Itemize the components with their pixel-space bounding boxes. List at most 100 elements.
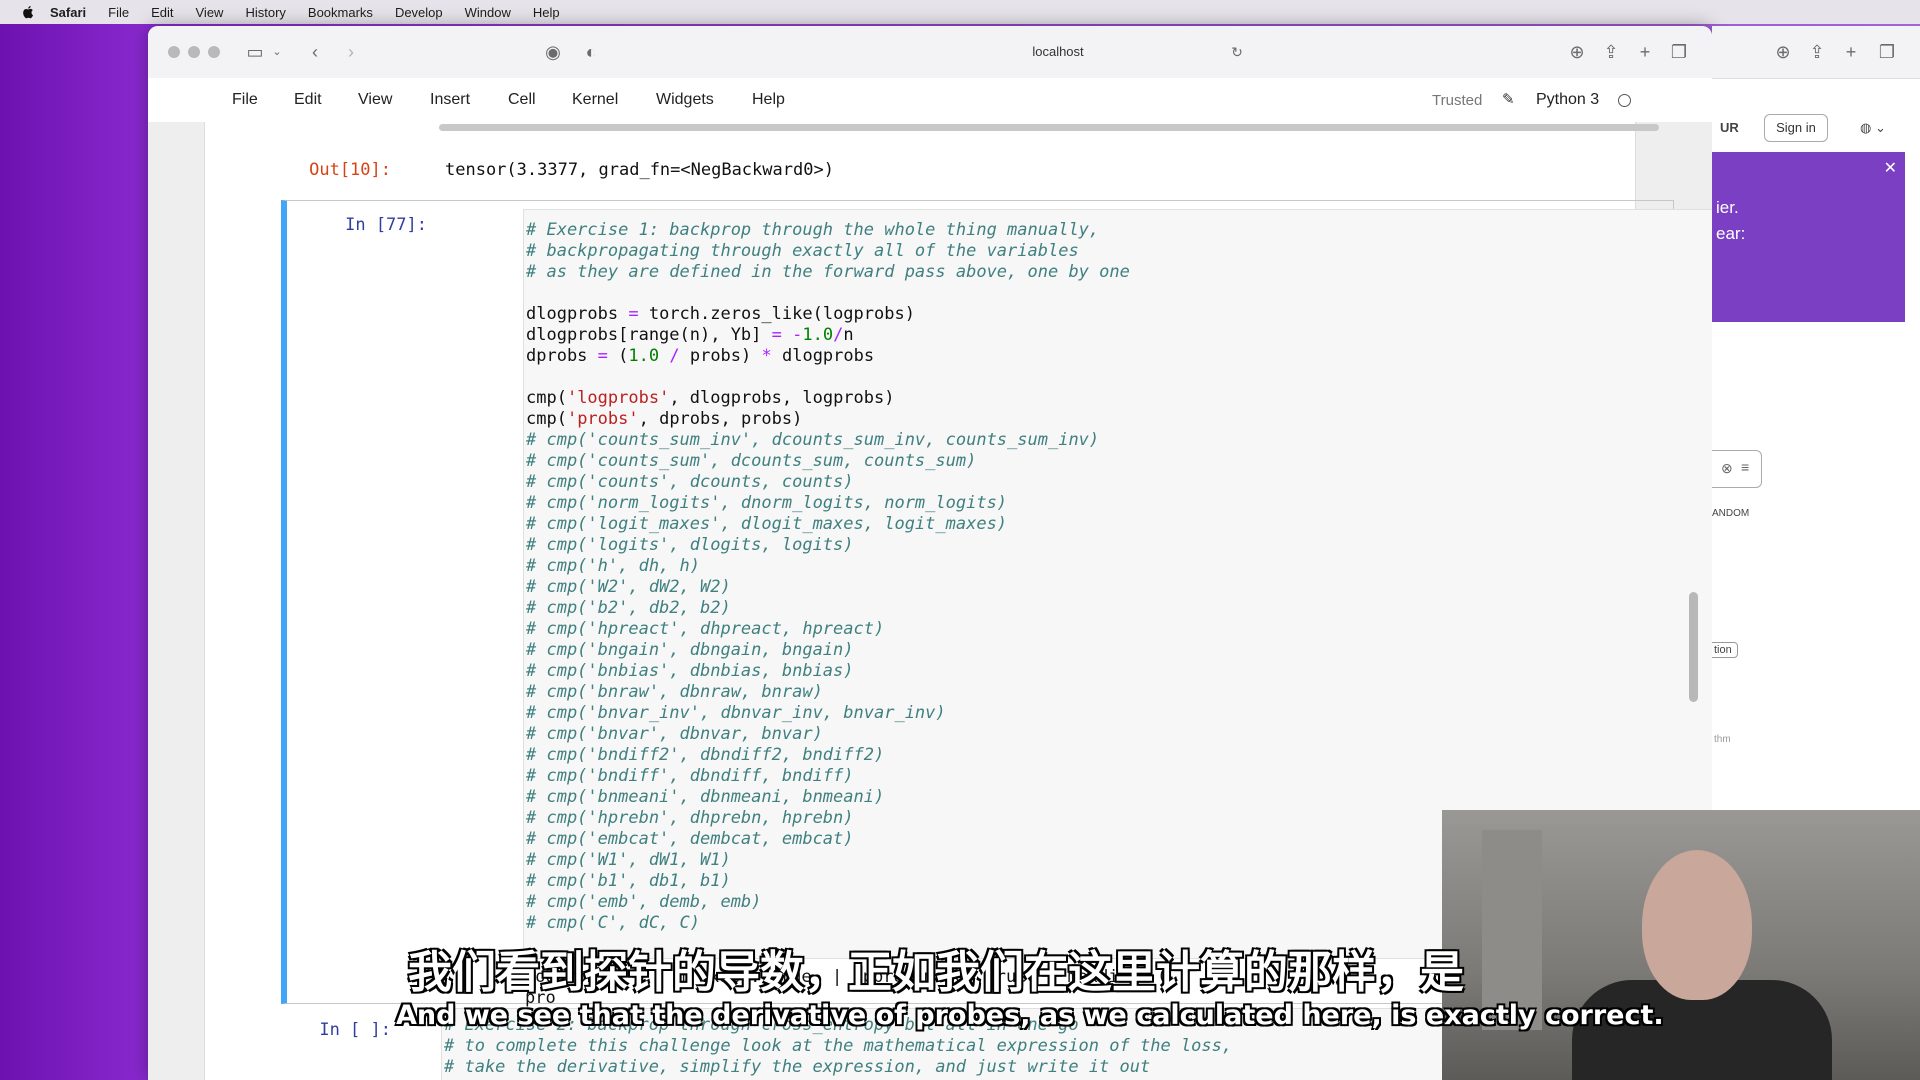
- code-line: # cmp('bnbias', dbnbias, bnbias): [526, 661, 854, 681]
- new-tab-icon[interactable]: +: [1840, 41, 1862, 63]
- subtitle-english: And we see that the derivative of probes…: [396, 1000, 1664, 1031]
- code-line: # Exercise 1: backprop through the whole…: [526, 220, 1100, 240]
- code-line: # cmp('bndiff', dbndiff, bndiff): [526, 766, 854, 786]
- tab-overview-icon[interactable]: ❐: [1668, 41, 1690, 63]
- minimize-window-button[interactable]: [188, 46, 200, 58]
- horizontal-scrollbar[interactable]: [439, 124, 1659, 131]
- subtitle-chinese: 我们看到探针的导数，正如我们在这里计算的那样，是: [408, 947, 1464, 998]
- code-line: # cmp('bnvar', dbnvar, bnvar): [526, 724, 823, 744]
- download-icon[interactable]: ⊕: [1772, 41, 1794, 63]
- code-line: # cmp('hpreact', dhpreact, hpreact): [526, 619, 885, 639]
- code-line: # cmp('bnmeani', dbnmeani, bnmeani): [526, 787, 885, 807]
- menu-history[interactable]: History: [245, 5, 285, 20]
- code-line: # cmp('emb', demb, emb): [526, 892, 762, 912]
- background-toolbar: ⊕ ⇪ + ❐: [1712, 26, 1920, 79]
- trusted-indicator[interactable]: Trusted: [1432, 92, 1482, 109]
- code-line: # cmp('b2', db2, b2): [526, 598, 731, 618]
- side-text: thm: [1714, 734, 1731, 745]
- address-bar[interactable]: localhost: [688, 38, 1428, 66]
- close-icon[interactable]: ✕: [1884, 158, 1897, 178]
- menu-window[interactable]: Window: [465, 5, 511, 20]
- back-icon[interactable]: ‹: [304, 41, 326, 63]
- share-icon[interactable]: ⇪: [1806, 41, 1828, 63]
- code-line: cmp('probs', dprobs, probs): [526, 409, 803, 429]
- menu-view[interactable]: View: [196, 5, 224, 20]
- pencil-icon[interactable]: ✎: [1502, 90, 1520, 108]
- globe-icon[interactable]: ◍ ⌄: [1860, 120, 1886, 136]
- apple-icon[interactable]: [20, 4, 36, 20]
- close-circle-icon[interactable]: ⊗: [1721, 460, 1733, 477]
- code-line: # cmp('bnvar_inv', dbnvar_inv, bnvar_inv…: [526, 703, 946, 723]
- code-line: cmp('logprobs', dlogprobs, logprobs): [526, 388, 895, 408]
- tab-overview-icon[interactable]: ❐: [1876, 41, 1898, 63]
- jupyter-menu-help[interactable]: Help: [752, 91, 785, 109]
- output-tensor: tensor(3.3377, grad_fn=<NegBackward0>): [445, 160, 834, 180]
- code-line: # as they are defined in the forward pas…: [526, 262, 1130, 282]
- menu-app-safari[interactable]: Safari: [50, 5, 86, 20]
- cell2-line-3: # take the derivative, simplify the expr…: [444, 1057, 1151, 1077]
- jupyter-menu-view[interactable]: View: [358, 91, 392, 109]
- side-control[interactable]: ⊗ ≡: [1712, 450, 1762, 488]
- reload-icon[interactable]: ↻: [1226, 41, 1248, 63]
- code-line: # cmp('logits', dlogits, logits): [526, 535, 854, 555]
- menu-develop[interactable]: Develop: [395, 5, 443, 20]
- code-line: # cmp('C', dC, C): [526, 913, 700, 933]
- new-tab-icon[interactable]: +: [1634, 41, 1656, 63]
- forward-icon[interactable]: ›: [340, 41, 362, 63]
- menu-icon[interactable]: ≡: [1741, 459, 1749, 475]
- promo-text-2: ear:: [1716, 224, 1746, 243]
- kernel-name[interactable]: Python 3: [1536, 91, 1599, 109]
- jupyter-menu-edit[interactable]: Edit: [294, 91, 322, 109]
- shield-icon[interactable]: ◐: [580, 41, 602, 63]
- code-line: # cmp('logit_maxes', dlogit_maxes, logit…: [526, 514, 1008, 534]
- side-button[interactable]: tion: [1712, 642, 1738, 658]
- code-line: # backpropagating through exactly all of…: [526, 241, 1079, 261]
- code-line: # cmp('norm_logits', dnorm_logits, norm_…: [526, 493, 1008, 513]
- code-line: # cmp('counts_sum_inv', dcounts_sum_inv,…: [526, 430, 1100, 450]
- code-line: dprobs = (1.0 / probs) * dlogprobs: [526, 346, 875, 366]
- code-line: # cmp('hprebn', dhprebn, hprebn): [526, 808, 854, 828]
- menu-bar: Safari File Edit View History Bookmarks …: [0, 0, 1920, 24]
- zoom-window-button[interactable]: [208, 46, 220, 58]
- jupyter-menu-file[interactable]: File: [232, 91, 258, 109]
- vertical-scrollbar[interactable]: [1689, 592, 1698, 702]
- browser-toolbar: ▭ ⌄ ‹ › ◉ ◐ localhost ↻ ⊕ ⇪ + ❐: [148, 26, 1712, 79]
- code-text[interactable]: # Exercise 1: backprop through the whole…: [526, 220, 1130, 934]
- webcam-overlay: [1442, 810, 1920, 1080]
- promo-text-1: ier.: [1716, 198, 1739, 217]
- cell2-line-2: # to complete this challenge look at the…: [444, 1036, 1233, 1056]
- out-prompt: Out[10]:: [309, 160, 391, 180]
- in-prompt: In [77]:: [345, 215, 427, 235]
- code-line: # cmp('counts', dcounts, counts): [526, 472, 854, 492]
- menu-help[interactable]: Help: [533, 5, 560, 20]
- download-icon[interactable]: ⊕: [1566, 41, 1588, 63]
- menu-file[interactable]: File: [108, 5, 129, 20]
- code-line: # cmp('W2', dW2, W2): [526, 577, 731, 597]
- code-line: # cmp('W1', dW1, W1): [526, 850, 731, 870]
- sign-in-button[interactable]: Sign in: [1764, 114, 1828, 142]
- presenter-head: [1642, 850, 1752, 1000]
- code-line: dlogprobs = torch.zeros_like(logprobs): [526, 304, 915, 324]
- promo-banner: ✕ ier. ear:: [1712, 152, 1905, 322]
- code-line: # cmp('b1', db1, b1): [526, 871, 731, 891]
- sidebar-toggle-icon[interactable]: ▭: [244, 41, 266, 63]
- share-icon[interactable]: ⇪: [1600, 41, 1622, 63]
- close-window-button[interactable]: [168, 46, 180, 58]
- chevron-down-icon[interactable]: ⌄: [266, 41, 288, 63]
- jupyter-menu-kernel[interactable]: Kernel: [572, 91, 618, 109]
- jupyter-menu-cell[interactable]: Cell: [508, 91, 536, 109]
- kernel-status-icon: [1618, 94, 1631, 107]
- jupyter-menu-widgets[interactable]: Widgets: [656, 91, 714, 109]
- jupyter-menu-bar: File Edit View Insert Cell Kernel Widget…: [148, 78, 1712, 122]
- privacy-report-icon[interactable]: ◉: [542, 41, 564, 63]
- code-line: # cmp('bngain', dbngain, bngain): [526, 640, 854, 660]
- code-line: dlogprobs[range(n), Yb] = -1.0/n: [526, 325, 854, 345]
- code-line: # cmp('h', dh, h): [526, 556, 700, 576]
- menu-bookmarks[interactable]: Bookmarks: [308, 5, 373, 20]
- code-line: # cmp('counts_sum', dcounts_sum, counts_…: [526, 451, 977, 471]
- menu-edit[interactable]: Edit: [151, 5, 173, 20]
- code-line: # cmp('embcat', dembcat, embcat): [526, 829, 854, 849]
- jupyter-menu-insert[interactable]: Insert: [430, 91, 470, 109]
